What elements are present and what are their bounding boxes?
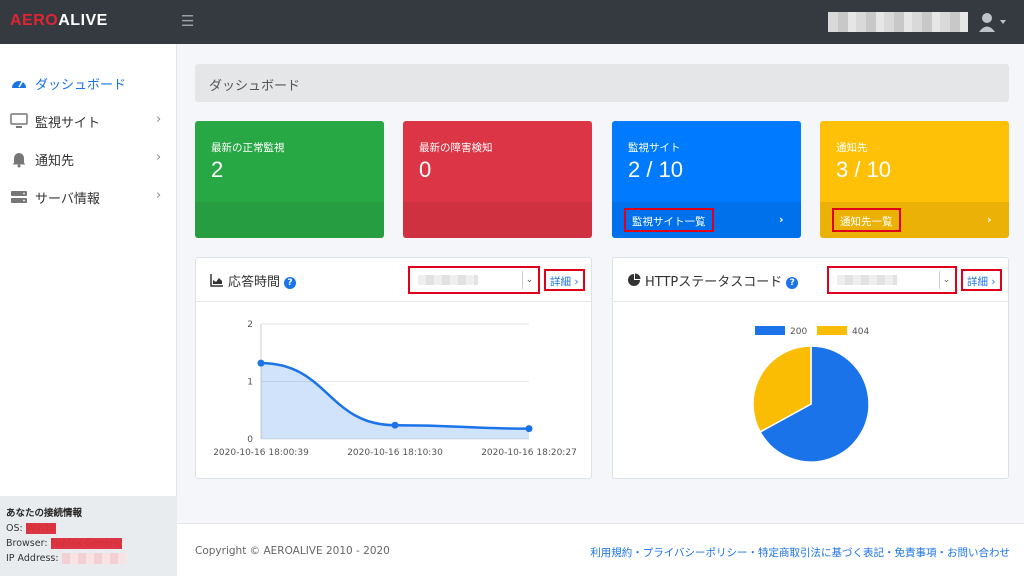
connection-os: OS: Win10 xyxy=(6,523,56,534)
user-menu-button[interactable] xyxy=(978,11,1008,33)
x-tick-label: 2020-10-16 18:20:27 xyxy=(481,448,577,458)
sidebar-item-label: 監視サイト xyxy=(35,116,101,131)
connection-ip: IP Address: xyxy=(6,551,171,566)
legend-swatch xyxy=(755,326,785,335)
help-icon[interactable]: ? xyxy=(786,277,799,289)
connection-info: あなたの接続情報 OS: Win10 Browser: Firefox Gene… xyxy=(0,496,177,576)
gauge-icon xyxy=(12,80,26,88)
logo-part-aero: AERO xyxy=(10,12,59,29)
http-status-panel: HTTPステータスコード? ⌄ 詳細 › 200 404 xyxy=(612,257,1009,479)
response-detail-link[interactable]: 詳細 › xyxy=(544,269,585,291)
card-footer xyxy=(403,202,592,238)
x-tick-label: 2020-10-16 18:00:39 xyxy=(213,448,309,458)
http-site-select[interactable]: ⌄ xyxy=(827,266,957,294)
sidebar-item-label: ダッシュボード xyxy=(35,78,127,93)
chevron-right-icon[interactable]: › xyxy=(779,213,784,226)
caret-down-icon xyxy=(1000,20,1006,24)
app-logo[interactable]: AEROALIVE xyxy=(10,12,108,30)
pie-chart-icon xyxy=(628,273,641,286)
y-tick-label: 1 xyxy=(247,378,253,388)
connection-info-title: あなたの接続情報 xyxy=(6,508,83,519)
response-site-select[interactable]: ⌄ xyxy=(408,266,540,294)
ip-address-redacted xyxy=(61,553,126,564)
breadcrumb: ダッシュボード xyxy=(195,64,1009,102)
card-title: 最新の正常監視 xyxy=(211,142,285,154)
logo-part-alive: ALIVE xyxy=(58,12,108,29)
data-point xyxy=(525,425,533,433)
notify-list-link[interactable]: 通知先一覧 xyxy=(832,208,901,232)
user-name-redacted xyxy=(828,12,968,32)
http-detail-link[interactable]: 詳細 › xyxy=(961,269,1002,291)
sidebar-item-notify[interactable]: 通知先 › xyxy=(0,142,177,176)
sidebar-item-label: 通知先 xyxy=(35,154,75,169)
card-latest-ok: 最新の正常監視 2 xyxy=(195,121,384,238)
http-status-chart: 200 404 xyxy=(752,326,870,463)
page-footer: Copyright © AEROALIVE 2010 - 2020 利用規約・プ… xyxy=(177,523,1024,576)
help-icon[interactable]: ? xyxy=(284,277,297,289)
select-value-redacted xyxy=(837,275,897,285)
bell-icon xyxy=(12,153,26,168)
select-value-redacted xyxy=(418,275,478,285)
user-icon xyxy=(979,13,1006,32)
card-notify: 通知先 3 / 10 通知先一覧 › xyxy=(820,121,1009,238)
card-latest-failure: 最新の障害検知 0 xyxy=(403,121,592,238)
legend-swatch xyxy=(817,326,847,335)
sidebar-item-label: サーバ情報 xyxy=(35,192,100,207)
card-title: 最新の障害検知 xyxy=(419,142,493,154)
card-title: 通知先 xyxy=(836,142,868,154)
chevron-down-icon: ⌄ xyxy=(522,271,536,289)
area-chart-icon xyxy=(210,274,223,287)
data-point xyxy=(391,421,399,429)
response-time-chart: 0 1 2 2020-10-16 18:00:39 2020-10-16 18:10:3… xyxy=(213,320,577,458)
monitor-icon xyxy=(10,113,28,128)
hamburger-menu-icon[interactable]: ☰ xyxy=(181,12,194,30)
card-footer xyxy=(195,202,384,238)
server-icon xyxy=(11,191,27,203)
sidebar-item-server-info[interactable]: サーバ情報 › xyxy=(0,180,177,214)
chevron-right-icon: › xyxy=(156,112,162,127)
legend-label: 200 xyxy=(790,327,807,337)
chevron-down-icon: ⌄ xyxy=(939,271,953,289)
card-value: 3 / 10 xyxy=(836,157,892,182)
legend-label: 404 xyxy=(852,327,869,337)
top-navbar: AEROALIVE ☰ xyxy=(0,0,1024,44)
card-value: 0 xyxy=(419,157,432,182)
chevron-right-icon[interactable]: › xyxy=(987,213,992,226)
data-point xyxy=(257,359,265,367)
chevron-right-icon: › xyxy=(156,150,162,165)
panel-header: HTTPステータスコード? ⌄ 詳細 › xyxy=(613,258,1008,302)
sidebar-item-monitor-sites[interactable]: 監視サイト › xyxy=(0,104,177,138)
chevron-right-icon: › xyxy=(156,188,162,203)
x-tick-label: 2020-10-16 18:10:30 xyxy=(347,448,443,458)
y-tick-label: 2 xyxy=(247,320,253,330)
monitor-sites-list-link[interactable]: 監視サイト一覧 xyxy=(624,208,714,232)
card-monitor-sites: 監視サイト 2 / 10 監視サイト一覧 › xyxy=(612,121,801,238)
sidebar: ダッシュボード 監視サイト › 通知先 › サーバ情報 › あなたの接続情報 O… xyxy=(0,44,177,576)
card-value: 2 / 10 xyxy=(628,157,684,182)
panel-header: 応答時間? ⌄ 詳細 › xyxy=(196,258,591,302)
y-tick-label: 0 xyxy=(247,435,253,445)
card-value: 2 xyxy=(211,157,224,182)
card-title: 監視サイト xyxy=(628,142,681,154)
response-time-panel: 応答時間? ⌄ 詳細 › 0 1 2 2020-10-16 18:00:39 2020-… xyxy=(195,257,592,479)
panel-title: 応答時間? xyxy=(228,271,297,290)
panel-title: HTTPステータスコード? xyxy=(645,271,799,290)
sidebar-item-dashboard[interactable]: ダッシュボード xyxy=(0,66,177,100)
connection-browser: Browser: Firefox Generic xyxy=(6,538,122,549)
page-title: ダッシュボード xyxy=(209,79,301,94)
copyright-text: Copyright © AEROALIVE 2010 - 2020 xyxy=(195,545,390,557)
footer-links[interactable]: 利用規約・プライバシーポリシー・特定商取引法に基づく表記・免責事項・お問い合わせ xyxy=(590,545,1010,560)
